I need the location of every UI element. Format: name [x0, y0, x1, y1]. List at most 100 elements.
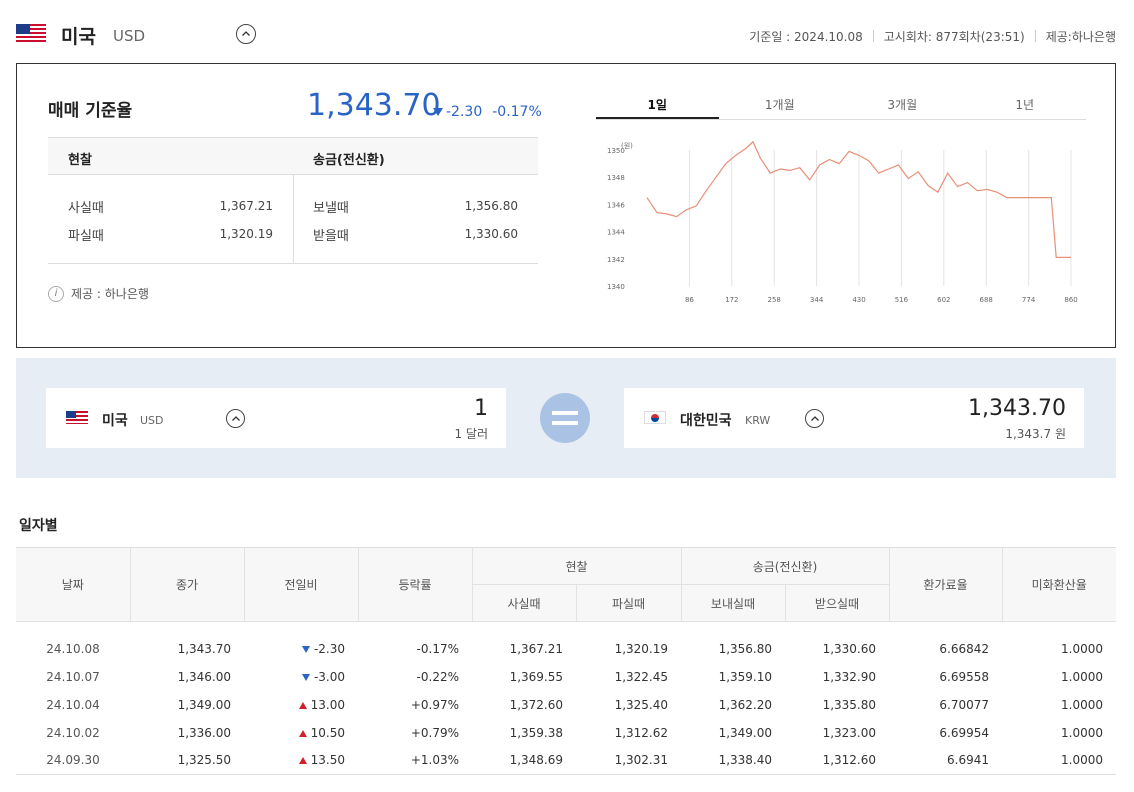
cell-wire-send: 1,349.00 [718, 725, 772, 740]
cell-fee: 6.69954 [939, 725, 989, 740]
from-amount-input[interactable]: 1 [474, 396, 488, 421]
rate-line-chart: (원)86 172 258 344 430 516 602 688 774 86013401342… [607, 140, 1078, 304]
tab-3m[interactable]: 3개월 [841, 92, 964, 119]
col-pct: 등락률 [357, 547, 473, 622]
to-amount-input[interactable]: 1,343.70 [968, 396, 1066, 421]
cell-cash-sell: 1,320.19 [614, 641, 668, 656]
provider-note: i 제공 : 하나은행 [48, 285, 149, 302]
from-code: USD [140, 414, 164, 427]
cell-wire-recv: 1,330.60 [822, 641, 876, 656]
wire-send-label: 보낼때 [313, 201, 349, 216]
cell-date: 24.10.07 [46, 669, 100, 684]
cell-wire-send: 1,359.10 [718, 669, 772, 684]
col-wire-recv: 받으실때 [784, 584, 889, 622]
cell-wire-send: 1,362.20 [718, 697, 772, 712]
currency-code: USD [113, 27, 146, 45]
table-row: 24.10.02 1,336.00 10.50 +0.79% 1,359.38 1,312… [16, 719, 1116, 747]
table-row: 24.10.08 1,343.70 -2.30 -0.17% 1,367.21 1,320… [16, 635, 1116, 663]
wire-recv-row: 받을때 1,330.60 [313, 225, 518, 244]
cell-fee: 6.66842 [939, 641, 989, 656]
provider-note-text: 제공 : 하나은행 [71, 287, 149, 301]
provider: 제공:하나은행 [1045, 30, 1116, 44]
change-value: -2.30 [446, 104, 483, 120]
col-close: 종가 [129, 547, 245, 622]
y-tick-label: 1344 [607, 229, 625, 237]
tab-1d[interactable]: 1일 [596, 92, 719, 119]
y-tick-label: 1346 [607, 201, 625, 209]
up-arrow-icon [298, 757, 307, 765]
wire-send-row: 보낼때 1,356.80 [313, 197, 518, 216]
from-currency-box[interactable]: 미국 USD 1 1 달러 [46, 388, 506, 448]
cell-date: 24.10.04 [46, 697, 100, 712]
x-tick-label: 688 [980, 296, 993, 304]
cell-close: 1,336.00 [177, 725, 231, 740]
down-arrow-icon [433, 108, 443, 116]
cell-close: 1,349.00 [177, 697, 231, 712]
daily-table-header: 날짜 종가 전일비 등락률 현찰 송금(전신환) 환가료율 미화환산율 사실때 … [16, 547, 1116, 622]
currency-country: 미국 [61, 26, 96, 48]
cash-buy-row: 사실때 1,367.21 [68, 197, 273, 216]
rate-detail-table: 현찰 송금(전신환) 사실때 1,367.21 파실때 1,320.19 보낼때… [48, 137, 538, 264]
x-tick-label: 516 [895, 296, 909, 304]
wire-header: 송금(전신환) [313, 153, 385, 168]
col-cash: 현찰 [471, 547, 682, 585]
chevron-up-icon [242, 31, 250, 36]
cell-wire-recv: 1,312.60 [785, 746, 889, 775]
col-fee: 환가료율 [888, 547, 1003, 622]
col-cash-sell: 파실때 [575, 584, 682, 622]
y-tick-label: 1350 [607, 147, 625, 155]
x-tick-label: 430 [852, 296, 865, 304]
col-usd-rate: 미화환산율 [1001, 547, 1116, 622]
to-country: 대한민국 [680, 413, 732, 429]
from-amount-text: 1 달러 [454, 427, 488, 441]
wire-send-value: 1,356.80 [464, 199, 518, 213]
cell-pct: -0.17% [416, 641, 459, 656]
cell-usd-rate: 1.0000 [1002, 746, 1116, 775]
cash-header: 현찰 [68, 153, 92, 168]
us-flag-icon [66, 411, 88, 424]
cell-wire-recv: 1,332.90 [822, 669, 876, 684]
table-row: 24.09.30 1,325.50 13.50 +1.03% 1,348.69 1,302… [16, 746, 1116, 775]
cell-fee: 6.69558 [939, 669, 989, 684]
up-arrow-icon [298, 729, 307, 737]
to-currency-select-button[interactable] [805, 409, 824, 428]
tab-1y[interactable]: 1년 [964, 92, 1087, 119]
col-diff: 전일비 [243, 547, 359, 622]
cell-usd-rate: 1.0000 [1061, 641, 1103, 656]
col-wire-send: 보내실때 [680, 584, 786, 622]
cell-date: 24.09.30 [16, 746, 130, 775]
cell-diff: -2.30 [244, 635, 358, 663]
cell-pct: +1.03% [358, 746, 472, 775]
kr-flag-icon [644, 411, 666, 424]
col-cash-buy: 사실때 [472, 584, 577, 622]
currency-converter: 미국 USD 1 1 달러 대한민국 KRW 1,343.70 1,343.7 … [16, 358, 1116, 478]
x-tick-label: 172 [725, 296, 738, 304]
base-rate-label: 매매 기준율 [48, 101, 133, 121]
chevron-up-icon [231, 415, 240, 421]
y-tick-label: 1342 [607, 256, 625, 264]
from-currency-select-button[interactable] [226, 409, 245, 428]
base-rate-value: 1,343.70 [307, 88, 441, 123]
cell-wire-recv: 1,335.80 [822, 697, 876, 712]
cell-wire-recv: 1,323.00 [822, 725, 876, 740]
down-arrow-icon [301, 645, 310, 653]
info-icon[interactable]: i [48, 285, 64, 302]
cell-close: 1,346.00 [177, 669, 231, 684]
cell-cash-sell: 1,322.45 [614, 669, 668, 684]
col-date: 날짜 [16, 547, 131, 622]
to-currency-box[interactable]: 대한민국 KRW 1,343.70 1,343.7 원 [624, 388, 1084, 448]
cell-close: 1,343.70 [177, 641, 231, 656]
x-tick-label: 258 [768, 296, 781, 304]
cash-sell-value: 1,320.19 [219, 227, 273, 241]
equals-icon [540, 393, 590, 443]
cell-cash-sell: 1,302.31 [576, 746, 681, 775]
up-arrow-icon [298, 701, 307, 709]
change-percent: -0.17% [492, 104, 542, 120]
cell-cash-sell: 1,325.40 [614, 697, 668, 712]
rate-meta: 기준일 : 2024.10.08 고시회차: 877회차(23:51) 제공:하… [749, 28, 1116, 45]
cell-cash-buy: 1,369.55 [509, 669, 563, 684]
rate-change: -2.30 -0.17% [433, 104, 542, 120]
tab-1m[interactable]: 1개월 [719, 92, 842, 119]
rate-detail-header: 현찰 송금(전신환) [48, 137, 538, 175]
currency-select-button[interactable] [236, 24, 256, 44]
